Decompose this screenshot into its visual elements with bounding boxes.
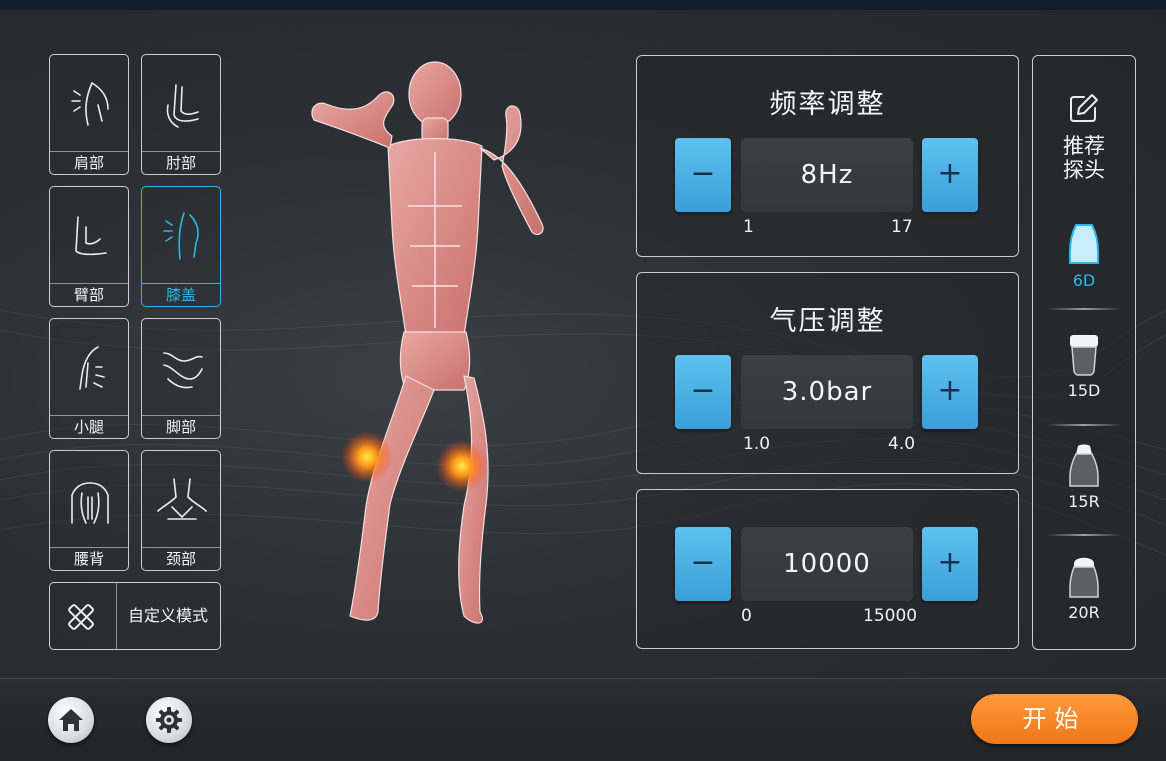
probe-label: 15D [1067, 381, 1101, 400]
edit-icon[interactable] [1068, 92, 1100, 124]
count-max: 15000 [863, 606, 918, 626]
count-value: 10000 [741, 527, 913, 601]
pressure-title: 气压调整 [769, 306, 886, 337]
count-increase-button[interactable]: + [922, 527, 978, 601]
body-part-label: 肩部 [73, 154, 104, 172]
probe-label: 20R [1068, 603, 1100, 622]
home-button[interactable] [48, 697, 94, 743]
top-status-bar [0, 0, 1166, 10]
calf-icon [79, 346, 105, 390]
probe-selector: 推荐 探头 6D 15D 15R 20R [1032, 55, 1136, 650]
count-min: 0 [741, 606, 752, 626]
probe-heading: 推荐 探头 [1033, 134, 1135, 182]
frequency-panel: 频率调整 − 8Hz + 1 17 [636, 55, 1019, 257]
frequency-decrease-button[interactable]: − [675, 138, 731, 212]
frequency-max: 17 [891, 217, 913, 237]
foot-icon [163, 352, 203, 389]
pressure-increase-button[interactable]: + [922, 355, 978, 429]
start-button[interactable]: 开始 [971, 694, 1138, 744]
body-part-label: 脚部 [165, 418, 196, 436]
neck-icon [157, 478, 207, 520]
back-icon [71, 482, 109, 524]
probe-20r[interactable]: 20R [1033, 553, 1135, 633]
pressure-min: 1.0 [743, 434, 771, 454]
body-part-label: 臂部 [73, 286, 104, 304]
settings-button[interactable] [146, 697, 192, 743]
custom-mode-button[interactable]: 自定义模式 [49, 582, 221, 650]
probe-20r-icon [1069, 557, 1099, 598]
elbow-icon [166, 84, 199, 128]
probe-divider [1047, 308, 1121, 310]
body-part-elbow[interactable]: 肘部 [141, 54, 221, 175]
probe-6d[interactable]: 6D [1033, 221, 1135, 301]
arm-icon [75, 216, 107, 256]
body-part-label: 膝盖 [165, 286, 196, 304]
pressure-max: 4.0 [888, 434, 916, 454]
pressure-decrease-button[interactable]: − [675, 355, 731, 429]
frequency-title: 频率调整 [769, 89, 886, 120]
probe-15d-icon [1070, 335, 1098, 376]
probe-label: 6D [1072, 271, 1096, 290]
body-part-neck[interactable]: 颈部 [141, 450, 221, 571]
body-part-shoulder[interactable]: 肩部 [49, 54, 129, 175]
body-part-label: 腰背 [73, 550, 104, 568]
knee-hotspot-right [436, 440, 488, 492]
frequency-increase-button[interactable]: + [922, 138, 978, 212]
knee-icon [163, 212, 199, 260]
muscle-anatomy-figure [311, 61, 544, 624]
probe-divider [1047, 424, 1121, 426]
probe-heading-line1: 推荐 [1063, 134, 1105, 158]
probe-15r[interactable]: 15R [1033, 442, 1135, 522]
custom-mode-label: 自定义模式 [127, 606, 208, 625]
frequency-min: 1 [743, 217, 754, 237]
body-part-back[interactable]: 腰背 [49, 450, 129, 571]
body-part-label: 颈部 [165, 550, 196, 568]
tools-icon [68, 604, 94, 630]
frequency-value: 8Hz [741, 138, 913, 212]
home-icon [59, 709, 83, 731]
body-part-label: 小腿 [73, 418, 104, 436]
body-part-knee[interactable]: 膝盖 [141, 186, 221, 307]
knee-hotspot-left [341, 431, 393, 483]
probe-label: 15R [1068, 492, 1100, 511]
count-decrease-button[interactable]: − [675, 527, 731, 601]
pressure-value: 3.0bar [741, 355, 913, 429]
gear-icon [156, 707, 182, 733]
probe-divider [1047, 534, 1121, 536]
body-part-label: 肘部 [165, 154, 196, 172]
probe-15d[interactable]: 15D [1033, 331, 1135, 411]
body-part-foot[interactable]: 脚部 [141, 318, 221, 439]
shoulder-icon [71, 82, 109, 126]
probe-6d-icon [1069, 224, 1099, 264]
pressure-panel: 气压调整 − 3.0bar + 1.0 4.0 [636, 272, 1019, 474]
count-panel: − 10000 + 0 15000 [636, 489, 1019, 649]
body-part-calf[interactable]: 小腿 [49, 318, 129, 439]
probe-15r-icon [1069, 444, 1099, 487]
probe-heading-line2: 探头 [1063, 158, 1105, 182]
body-part-arm[interactable]: 臂部 [49, 186, 129, 307]
